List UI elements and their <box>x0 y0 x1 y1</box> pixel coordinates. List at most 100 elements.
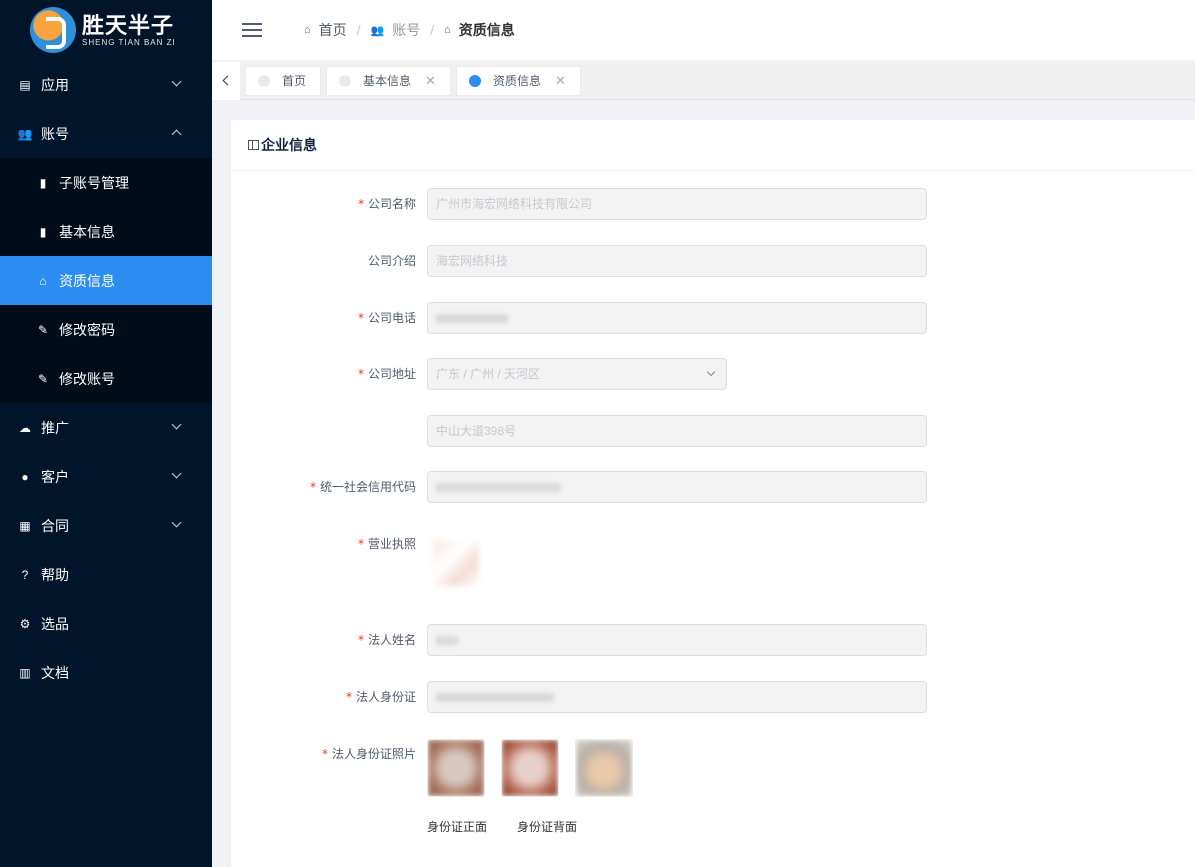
chevron-down-icon <box>171 468 182 479</box>
home-icon: ⌂ <box>304 24 311 36</box>
breadcrumb-separator: / <box>356 22 361 38</box>
sidebar-item-qualification[interactable]: ⌂ 资质信息 <box>0 256 212 305</box>
brush-icon: ✎ <box>37 371 49 386</box>
header: ⌂ 首页 / 👥 账号 / ⌂ 资质信息 <box>212 0 1195 60</box>
company-intro-field[interactable]: 海宏网络科技 <box>427 245 927 277</box>
legal-name-field[interactable] <box>427 624 927 656</box>
breadcrumb-current: ⌂ 资质信息 <box>444 20 515 40</box>
id-front-image[interactable] <box>427 739 485 797</box>
company-phone-field[interactable] <box>427 302 927 334</box>
legal-id-label: * 法人身份证 <box>345 690 416 704</box>
sidebar-item-sub-accounts[interactable]: ▮ 子账号管理 <box>0 158 212 207</box>
file-icon: ▮ <box>39 224 47 239</box>
id-back-caption: 身份证背面 <box>517 820 578 834</box>
legal-id-photos-label: * 法人身份证照片 <box>321 747 416 761</box>
document-icon: ▦ <box>19 518 31 533</box>
sidebar-item-selection[interactable]: ⚙ 选品 <box>0 599 212 648</box>
sidebar-item-label: 合同 <box>41 517 69 534</box>
cloud-upload-icon: ☁ <box>19 420 31 435</box>
chevron-up-icon <box>171 129 182 140</box>
breadcrumb-separator: / <box>430 22 435 38</box>
tab-status-dot <box>339 74 352 87</box>
redacted-value <box>436 314 508 323</box>
card-header: 企业信息 <box>231 120 1195 171</box>
list-icon <box>248 140 259 150</box>
enterprise-info-card: 企业信息 * 公司名称 广州市海宏网络科技有限公司 公司介绍 海宏网络科技 * 公司… <box>230 119 1195 867</box>
legal-name-label: * 法人姓名 <box>357 633 416 647</box>
sidebar-item-docs[interactable]: ▥ 文档 <box>0 648 212 697</box>
tab-status-dot <box>468 74 481 87</box>
sidebar: 胜天半子 SHENG TIAN BAN ZI ▤ 应用 👥 账号 ▮ 子账号管理… <box>0 0 212 867</box>
sidebar-item-customers[interactable]: ● 客户 <box>0 452 212 501</box>
id-back-image[interactable] <box>501 739 559 797</box>
sidebar-item-contracts[interactable]: ▦ 合同 <box>0 501 212 550</box>
tab-label: 基本信息 <box>363 74 412 88</box>
help-icon: ? <box>21 567 29 582</box>
logo[interactable]: 胜天半子 SHENG TIAN BAN ZI <box>0 0 212 60</box>
gear-icon: ⚙ <box>19 616 31 631</box>
account-submenu: ▮ 子账号管理 ▮ 基本信息 ⌂ 资质信息 ✎ 修改密码 ✎ 修改账号 <box>0 158 212 403</box>
chevron-down-icon <box>171 76 182 87</box>
breadcrumb-label: 首页 <box>318 22 347 38</box>
company-name-field[interactable]: 广州市海宏网络科技有限公司 <box>427 188 927 220</box>
sidebar-item-label: 账号 <box>41 125 69 142</box>
tab-label: 首页 <box>282 74 307 88</box>
company-name-label: * 公司名称 <box>357 197 416 211</box>
users-icon: 👥 <box>17 126 33 141</box>
address-detail-field[interactable]: 中山大道398号 <box>427 415 927 447</box>
menu-toggle-icon[interactable] <box>242 23 262 37</box>
tabs-bar: 首页 基本信息 ✕ 资质信息 ✕ <box>212 61 1195 100</box>
license-label: * 营业执照 <box>357 537 416 551</box>
sidebar-item-change-account[interactable]: ✎ 修改账号 <box>0 354 212 403</box>
brush-icon: ✎ <box>37 322 49 337</box>
id-front-caption: 身份证正面 <box>427 820 488 834</box>
sidebar-item-promotion[interactable]: ☁ 推广 <box>0 403 212 452</box>
sidebar-item-label: 帮助 <box>41 566 69 583</box>
sidebar-item-label: 基本信息 <box>59 223 115 240</box>
home-icon: ⌂ <box>444 24 451 36</box>
sidebar-item-label: 应用 <box>41 76 69 93</box>
person-icon: ● <box>21 469 29 484</box>
sidebar-item-change-password[interactable]: ✎ 修改密码 <box>0 305 212 354</box>
breadcrumb-account[interactable]: 👥 账号 <box>371 20 421 40</box>
tab-home[interactable]: 首页 <box>245 65 322 96</box>
brand-name-en: SHENG TIAN BAN ZI <box>82 37 176 47</box>
redacted-value <box>436 693 554 702</box>
app-icon: ▤ <box>19 77 31 92</box>
company-intro-label: 公司介绍 <box>367 254 416 268</box>
sidebar-item-app[interactable]: ▤ 应用 <box>0 60 212 109</box>
breadcrumb-label: 账号 <box>392 22 421 38</box>
chevron-down-icon <box>171 419 182 430</box>
logo-icon <box>30 7 76 53</box>
company-phone-label: * 公司电话 <box>357 311 416 325</box>
breadcrumb-home[interactable]: ⌂ 首页 <box>304 20 347 40</box>
address-cascader[interactable]: 广东 / 广州 / 天河区 <box>427 358 727 390</box>
book-icon: ▥ <box>19 665 31 680</box>
tab-status-dot <box>258 74 270 87</box>
sidebar-item-label: 子账号管理 <box>59 174 129 191</box>
sidebar-item-label: 文档 <box>41 664 69 681</box>
sidebar-item-label: 客户 <box>41 468 69 485</box>
tabs-scroll-left-button[interactable] <box>212 61 240 100</box>
breadcrumb: ⌂ 首页 / 👥 账号 / ⌂ 资质信息 <box>304 20 515 40</box>
close-icon[interactable]: ✕ <box>425 73 436 89</box>
chevron-left-icon <box>222 75 233 86</box>
tab-qualification[interactable]: 资质信息 ✕ <box>455 65 581 96</box>
sidebar-item-basic-info[interactable]: ▮ 基本信息 <box>0 207 212 256</box>
chevron-down-icon <box>171 517 182 528</box>
tab-basic-info[interactable]: 基本信息 ✕ <box>326 65 451 96</box>
sidebar-item-label: 选品 <box>41 615 69 632</box>
legal-id-field[interactable] <box>427 681 927 713</box>
redacted-value <box>436 483 561 492</box>
credit-code-field[interactable] <box>427 471 927 503</box>
sidebar-item-account[interactable]: 👥 账号 <box>0 109 212 158</box>
sidebar-item-help[interactable]: ? 帮助 <box>0 550 212 599</box>
redacted-value <box>436 636 458 645</box>
company-address-label: * 公司地址 <box>357 367 416 381</box>
tab-label: 资质信息 <box>492 74 541 88</box>
id-photo-image[interactable] <box>575 739 633 797</box>
close-icon[interactable]: ✕ <box>555 73 566 89</box>
license-image[interactable] <box>427 534 485 592</box>
credit-code-label: * 统一社会信用代码 <box>309 480 416 494</box>
brand-name: 胜天半子 <box>82 12 175 38</box>
